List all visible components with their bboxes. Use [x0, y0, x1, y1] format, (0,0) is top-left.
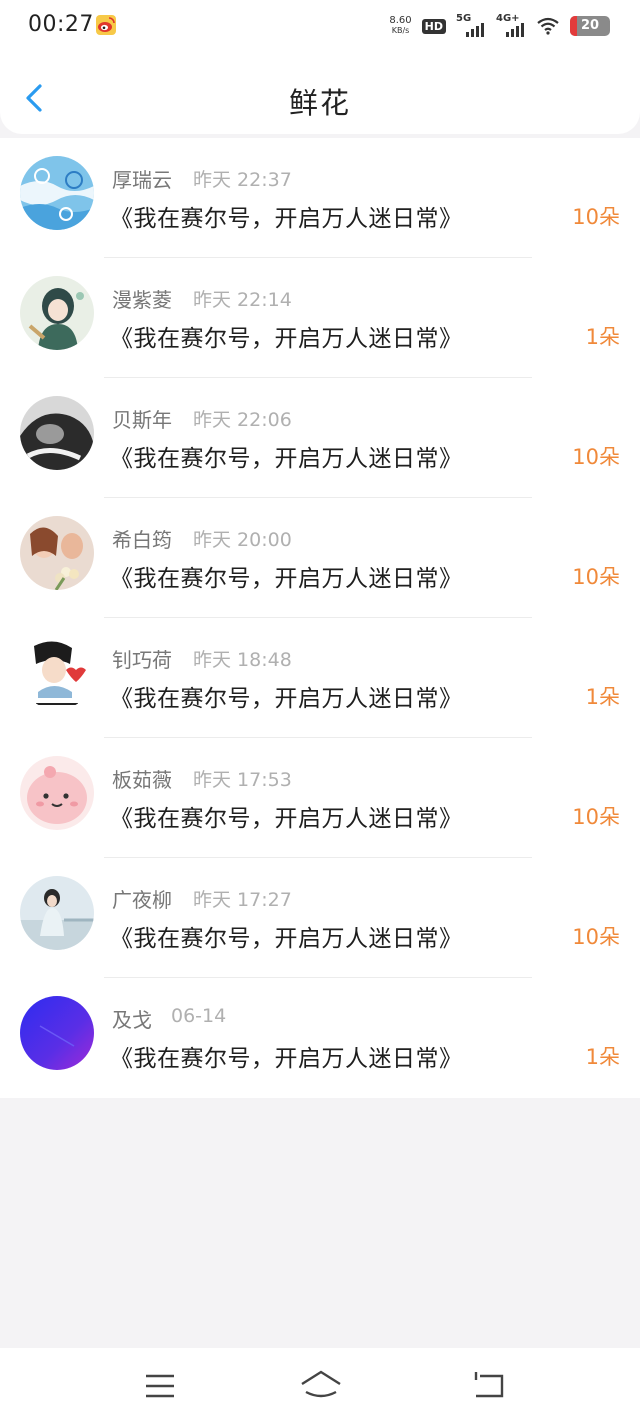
avatar[interactable] — [20, 276, 94, 350]
page-title: 鲜花 — [288, 86, 351, 120]
net-speed-value: 8.60 — [389, 15, 412, 26]
flower-count: 10朵 — [572, 565, 620, 589]
net-speed: 8.60 KB/s — [389, 16, 411, 36]
sim2-label: 4G+ — [496, 13, 520, 24]
book-title: 《我在赛尔号，开启万人迷日常》 — [110, 686, 463, 712]
status-bar: 00:27 8.60 KB/s HD 5G 4G+ 20 — [0, 0, 640, 52]
system-nav-bar — [0, 1348, 640, 1422]
hd-badge: HD — [421, 18, 446, 34]
book-title: 《我在赛尔号，开启万人迷日常》 — [110, 566, 463, 592]
list-item[interactable]: 板茹薇 昨天 17:53 《我在赛尔号，开启万人迷日常》 10朵 — [0, 738, 640, 858]
flower-count: 10朵 — [572, 445, 620, 469]
home-icon[interactable] — [300, 1370, 342, 1402]
list-item[interactable]: 希白筠 昨天 20:00 《我在赛尔号，开启万人迷日常》 10朵 — [0, 498, 640, 618]
avatar[interactable] — [20, 156, 94, 230]
app-screen: 00:27 8.60 KB/s HD 5G 4G+ 20 鲜花 厚瑞云 昨天 2… — [0, 0, 640, 1422]
send-time: 昨天 17:53 — [193, 769, 292, 791]
net-speed-unit: KB/s — [391, 26, 410, 35]
list-item[interactable]: 漫紫菱 昨天 22:14 《我在赛尔号，开启万人迷日常》 1朵 — [0, 258, 640, 378]
sender-name: 希白筠 — [112, 528, 172, 552]
status-time: 00:27 — [28, 12, 94, 37]
send-time: 昨天 18:48 — [193, 649, 292, 671]
send-time: 昨天 22:37 — [193, 169, 292, 191]
book-title: 《我在赛尔号，开启万人迷日常》 — [110, 1046, 463, 1072]
list-item[interactable]: 厚瑞云 昨天 22:37 《我在赛尔号，开启万人迷日常》 10朵 — [0, 138, 640, 258]
book-title: 《我在赛尔号，开启万人迷日常》 — [110, 206, 463, 232]
battery-icon: 20 — [570, 16, 610, 36]
flower-count: 1朵 — [585, 1045, 620, 1069]
sim2-signal-icon: 4G+ — [496, 13, 526, 37]
avatar[interactable] — [20, 396, 94, 470]
avatar[interactable] — [20, 756, 94, 830]
back-icon[interactable] — [470, 1370, 506, 1402]
battery-level: 20 — [580, 18, 600, 33]
wifi-icon — [537, 17, 559, 35]
sim1-label: 5G — [456, 13, 472, 24]
sender-name: 贝斯年 — [112, 408, 172, 432]
sender-name: 板茹薇 — [112, 768, 172, 792]
send-time: 昨天 20:00 — [193, 529, 292, 551]
send-time: 06-14 — [171, 1005, 227, 1027]
sender-name: 及戈 — [112, 1008, 152, 1032]
sim1-signal-icon: 5G — [456, 13, 486, 37]
send-time: 昨天 22:06 — [193, 409, 292, 431]
flower-count: 10朵 — [572, 205, 620, 229]
flower-count: 10朵 — [572, 925, 620, 949]
flower-list: 厚瑞云 昨天 22:37 《我在赛尔号，开启万人迷日常》 10朵 漫紫菱 昨天 … — [0, 138, 640, 1098]
status-icons: 8.60 KB/s HD 5G 4G+ 20 — [389, 12, 610, 40]
header-bar: 鲜花 — [0, 60, 640, 134]
sender-name: 钊巧荷 — [112, 648, 172, 672]
avatar[interactable] — [20, 876, 94, 950]
book-title: 《我在赛尔号，开启万人迷日常》 — [110, 926, 463, 952]
sender-name: 厚瑞云 — [112, 168, 172, 192]
send-time: 昨天 22:14 — [193, 289, 292, 311]
send-time: 昨天 17:27 — [193, 889, 292, 911]
book-title: 《我在赛尔号，开启万人迷日常》 — [110, 446, 463, 472]
book-title: 《我在赛尔号，开启万人迷日常》 — [110, 326, 463, 352]
flower-count: 10朵 — [572, 805, 620, 829]
avatar[interactable] — [20, 516, 94, 590]
flower-count: 1朵 — [585, 685, 620, 709]
list-item[interactable]: 钊巧荷 昨天 18:48 《我在赛尔号，开启万人迷日常》 1朵 — [0, 618, 640, 738]
book-title: 《我在赛尔号，开启万人迷日常》 — [110, 806, 463, 832]
flower-count: 1朵 — [585, 325, 620, 349]
top-card: 00:27 8.60 KB/s HD 5G 4G+ 20 鲜花 — [0, 0, 640, 134]
weibo-icon — [96, 15, 116, 35]
menu-icon[interactable] — [142, 1370, 178, 1402]
list-item[interactable]: 广夜柳 昨天 17:27 《我在赛尔号，开启万人迷日常》 10朵 — [0, 858, 640, 978]
sender-name: 广夜柳 — [112, 888, 172, 912]
avatar[interactable] — [20, 636, 94, 710]
list-item[interactable]: 贝斯年 昨天 22:06 《我在赛尔号，开启万人迷日常》 10朵 — [0, 378, 640, 498]
avatar[interactable] — [20, 996, 94, 1070]
sender-name: 漫紫菱 — [112, 288, 172, 312]
list-item[interactable]: 及戈 06-14 《我在赛尔号，开启万人迷日常》 1朵 — [0, 978, 640, 1098]
